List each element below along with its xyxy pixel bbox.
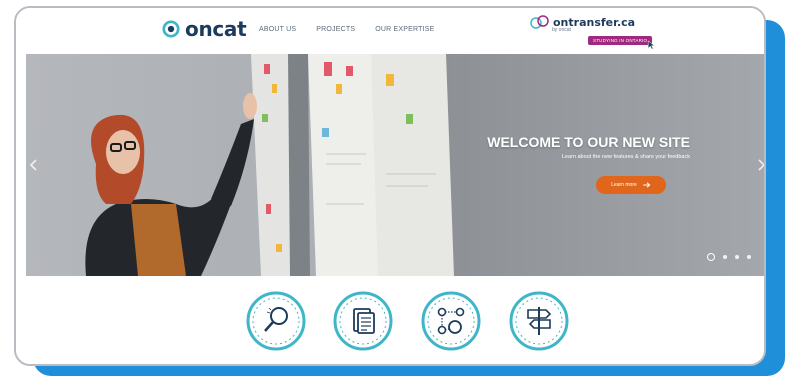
hero-photo [26, 54, 764, 276]
carousel-dot-4[interactable] [747, 255, 751, 259]
hero-title: WELCOME TO OUR NEW SITE [487, 134, 690, 150]
carousel-dot-2[interactable] [723, 255, 727, 259]
ontransfer-logo[interactable]: ontransfer.ca by oncat STUDYING IN ONTAR… [530, 15, 656, 50]
browser-frame: oncat ABOUT US PROJECTS OUR EXPERTISE on… [14, 6, 766, 366]
site-header: oncat ABOUT US PROJECTS OUR EXPERTISE on… [16, 8, 764, 54]
carousel-prev-icon[interactable] [29, 158, 39, 172]
network-feature-button[interactable] [420, 290, 482, 352]
ontransfer-name: ontransfer.ca [553, 15, 636, 29]
learn-more-label: Learn more [611, 182, 637, 188]
oncat-logo-icon [162, 20, 180, 38]
carousel-next-icon[interactable] [756, 158, 766, 172]
main-nav: ABOUT US PROJECTS OUR EXPERTISE [259, 26, 434, 33]
carousel-pagination [707, 253, 751, 261]
studying-in-ontario-badge[interactable]: STUDYING IN ONTARIO [588, 36, 653, 45]
logo-text: oncat [185, 17, 247, 41]
nav-projects[interactable]: PROJECTS [316, 26, 355, 33]
hero-subtitle: Learn about the new features & share you… [561, 154, 690, 160]
learn-more-button[interactable]: Learn more [596, 176, 666, 194]
feature-icon-row [16, 290, 764, 354]
mouse-cursor-icon [647, 40, 656, 50]
carousel-dot-1[interactable] [707, 253, 715, 261]
publications-feature-button[interactable] [332, 290, 394, 352]
directions-feature-button[interactable] [508, 290, 570, 352]
document-icon [333, 291, 393, 351]
research-feature-button[interactable] [245, 290, 307, 352]
hero-carousel: WELCOME TO OUR NEW SITE Learn about the … [26, 54, 766, 276]
network-icon [421, 291, 481, 351]
signpost-icon [509, 291, 569, 351]
arrow-right-icon [643, 182, 651, 188]
nav-our-expertise[interactable]: OUR EXPERTISE [375, 26, 434, 33]
magnifier-icon [246, 291, 306, 351]
oncat-logo[interactable]: oncat [162, 17, 247, 41]
nav-about-us[interactable]: ABOUT US [259, 26, 296, 33]
ontransfer-byline: by oncat [552, 27, 571, 33]
carousel-dot-3[interactable] [735, 255, 739, 259]
ontransfer-logo-icon [530, 15, 549, 29]
